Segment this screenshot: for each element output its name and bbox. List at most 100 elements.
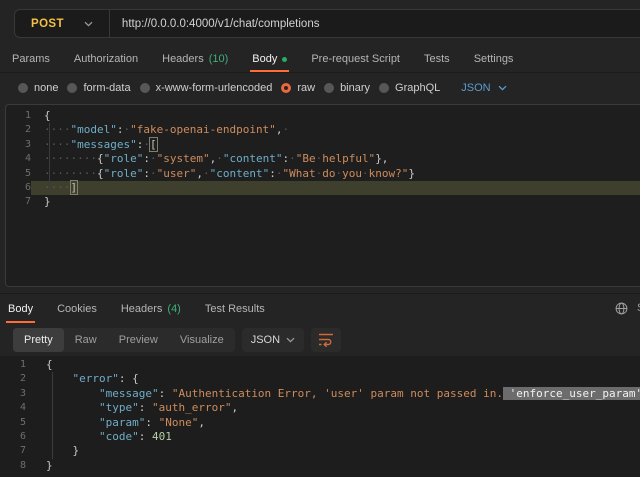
tab-params[interactable]: Params	[12, 46, 62, 72]
resp-tab-body-label: Body	[8, 303, 33, 315]
resp-tab-test-results[interactable]: Test Results	[193, 294, 277, 323]
tab-settings[interactable]: Settings	[462, 46, 526, 72]
mode-raw[interactable]: raw	[281, 82, 315, 94]
radio-none[interactable]	[18, 83, 28, 93]
radio-raw[interactable]	[281, 83, 291, 93]
globe-icon[interactable]	[615, 302, 628, 315]
response-tabs: BodyCookiesHeaders(4)Test Results S	[0, 293, 640, 323]
resp-tab-headers[interactable]: Headers (4)	[109, 294, 193, 323]
code-line[interactable]: 6 "code": 401	[0, 430, 640, 444]
radio-graphql[interactable]	[379, 83, 389, 93]
tab-authorization[interactable]: Authorization	[62, 46, 150, 72]
code-line[interactable]: 4 "type": "auth_error",	[0, 401, 640, 415]
code-line[interactable]: 5········{"role":·"user",·"content":·"Wh…	[6, 167, 640, 181]
view-tab-pretty[interactable]: Pretty	[13, 328, 64, 352]
code-line[interactable]: 3····"messages":·[	[6, 138, 640, 152]
line-number: 1	[6, 109, 31, 123]
code-line[interactable]: 7 }	[0, 444, 640, 458]
count-badge: (10)	[209, 53, 229, 65]
mode-binary[interactable]: binary	[324, 82, 370, 94]
mode-form-data[interactable]: form-data	[67, 82, 130, 94]
radio-form-data[interactable]	[67, 83, 77, 93]
code-line-content: ········{"role":·"system",·"content":·"B…	[31, 152, 640, 166]
code-line-content: ········{"role":·"user",·"content":·"Wha…	[31, 167, 640, 181]
body-mode-row: none form-data x-www-form-urlencoded rawbin…	[0, 73, 640, 103]
method-label: POST	[31, 18, 64, 30]
mode-label-form-data: form-data	[83, 82, 130, 94]
mode-graphql[interactable]: GraphQL	[379, 82, 440, 94]
unsaved-changes-dot	[282, 57, 287, 62]
resp-tab-cookies-label: Cookies	[57, 303, 97, 315]
mode-label-raw: raw	[297, 82, 315, 94]
tab-headers[interactable]: Headers(10)	[150, 46, 240, 72]
code-line[interactable]: 8}	[0, 459, 640, 473]
mode-label-graphql: GraphQL	[395, 82, 440, 94]
code-line-content: ····"model":·"fake-openai-endpoint",·	[31, 123, 640, 137]
url-text[interactable]: http://0.0.0.0:4000/v1/chat/completions	[122, 18, 320, 30]
response-header-right	[615, 294, 628, 323]
line-number: 3	[0, 387, 26, 401]
language-select[interactable]: JSON	[461, 82, 506, 94]
code-line[interactable]: 6····]	[6, 181, 640, 195]
code-line[interactable]: 2····"model":·"fake-openai-endpoint",·	[6, 123, 640, 137]
language-select-label: JSON	[461, 82, 490, 94]
mode-x-www-form-urlencoded[interactable]: x-www-form-urlencoded	[140, 82, 273, 94]
code-line-content: }	[26, 444, 640, 458]
wrap-lines-button[interactable]	[311, 328, 341, 352]
code-line[interactable]: 4········{"role":·"system",·"content":·"…	[6, 152, 640, 166]
tab-tests-label: Tests	[424, 53, 450, 65]
method-select[interactable]: POST	[15, 10, 109, 37]
url-input[interactable]: POST http://0.0.0.0:4000/v1/chat/complet…	[14, 9, 640, 38]
line-number: 3	[6, 138, 31, 152]
tab-body-label: Body	[252, 53, 277, 65]
resp-tab-body[interactable]: Body	[8, 294, 45, 323]
mode-none[interactable]: none	[18, 82, 58, 94]
code-line-content: }	[31, 195, 640, 209]
response-editor[interactable]: 1{2 "error": {3 "message": "Authenticati…	[0, 356, 640, 477]
code-line[interactable]: 2 "error": {	[0, 372, 640, 386]
wrap-text-icon	[318, 332, 334, 347]
mode-label-none: none	[34, 82, 58, 94]
mode-label-x-www-form-urlencoded: x-www-form-urlencoded	[156, 82, 273, 94]
line-number: 2	[6, 123, 31, 137]
line-number: 5	[0, 416, 26, 430]
response-view-switcher: PrettyRawPreviewVisualize	[13, 328, 235, 352]
view-tab-raw[interactable]: Raw	[64, 328, 108, 352]
chevron-down-icon	[84, 21, 93, 27]
response-language-select[interactable]: JSON	[242, 328, 304, 352]
line-number: 6	[0, 430, 26, 444]
line-number: 4	[6, 152, 31, 166]
request-editor[interactable]: 1{2····"model":·"fake-openai-endpoint",·…	[5, 104, 640, 287]
line-number: 4	[0, 401, 26, 415]
code-line[interactable]: 7}	[6, 195, 640, 209]
response-language-label: JSON	[251, 334, 280, 346]
code-line-content: "code": 401	[26, 430, 640, 444]
code-line[interactable]: 1{	[0, 358, 640, 372]
code-line-content: ····]	[31, 181, 640, 195]
view-tab-visualize[interactable]: Visualize	[169, 328, 235, 352]
line-number: 2	[0, 372, 26, 386]
code-line-content: {	[31, 109, 640, 123]
line-number: 7	[0, 444, 26, 458]
code-line-content: }	[26, 459, 640, 473]
code-line[interactable]: 3 "message": "Authentication Error, 'use…	[0, 387, 640, 401]
count-badge: (4)	[167, 303, 180, 315]
line-number: 5	[6, 167, 31, 181]
request-tabs: Params AuthorizationHeaders(10) Body Pre-re…	[0, 46, 640, 73]
radio-x-www-form-urlencoded[interactable]	[140, 83, 150, 93]
tab-pre-request-script[interactable]: Pre-request Script	[299, 46, 412, 72]
resp-tab-cookies[interactable]: Cookies	[45, 294, 109, 323]
code-line[interactable]: 1{	[6, 109, 640, 123]
code-line-content: "message": "Authentication Error, 'user'…	[26, 387, 640, 401]
indent-guide	[52, 372, 53, 459]
tab-body[interactable]: Body	[240, 46, 299, 72]
code-line[interactable]: 5 "param": "None",	[0, 416, 640, 430]
tab-params-label: Params	[12, 53, 50, 65]
radio-binary[interactable]	[324, 83, 334, 93]
view-tab-preview[interactable]: Preview	[108, 328, 169, 352]
code-line-content: {	[26, 358, 640, 372]
line-number: 7	[6, 195, 31, 209]
resp-tab-headers-label: Headers	[121, 303, 163, 315]
resp-tab-test-results-label: Test Results	[205, 303, 265, 315]
tab-tests[interactable]: Tests	[412, 46, 462, 72]
